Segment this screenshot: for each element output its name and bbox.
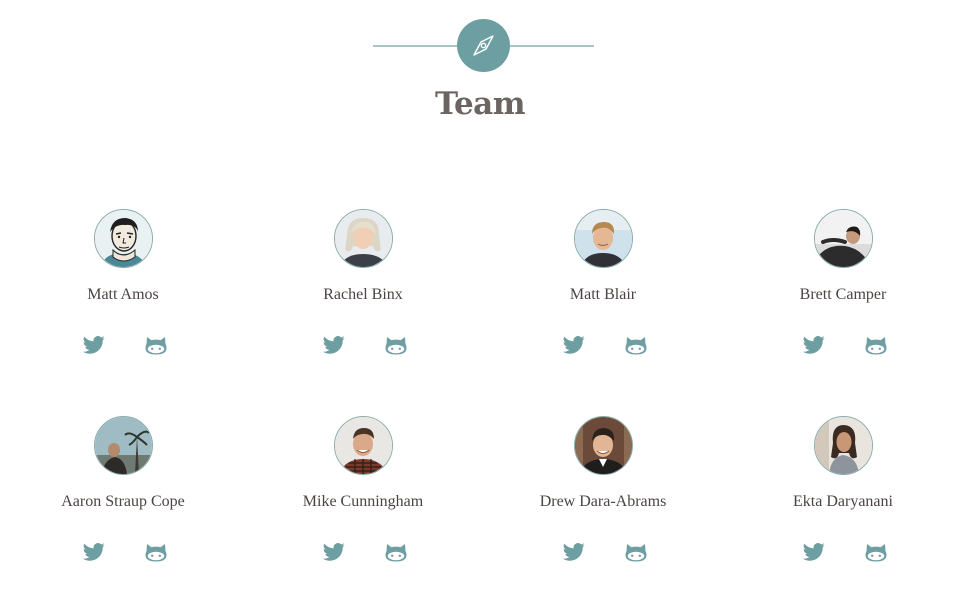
github-icon[interactable]	[145, 335, 167, 355]
team-member-card: Aaron Straup Cope	[3, 416, 243, 586]
twitter-icon[interactable]	[83, 542, 105, 562]
member-name: Aaron Straup Cope	[61, 493, 185, 510]
twitter-icon[interactable]	[323, 542, 345, 562]
avatar	[334, 209, 393, 268]
twitter-icon[interactable]	[803, 335, 825, 355]
github-icon[interactable]	[145, 542, 167, 562]
member-name: Ekta Daryanani	[793, 493, 893, 510]
compass-icon	[457, 19, 510, 72]
avatar	[814, 416, 873, 475]
member-name: Rachel Binx	[323, 286, 403, 303]
header-divider-right	[509, 45, 594, 47]
twitter-icon[interactable]	[803, 542, 825, 562]
avatar	[94, 416, 153, 475]
team-member-card: Matt Blair	[483, 209, 723, 379]
team-member-card: Mike Cunningham	[243, 416, 483, 586]
github-icon[interactable]	[865, 335, 887, 355]
avatar	[94, 209, 153, 268]
github-icon[interactable]	[385, 542, 407, 562]
github-icon[interactable]	[625, 335, 647, 355]
github-icon[interactable]	[865, 542, 887, 562]
twitter-icon[interactable]	[563, 335, 585, 355]
team-member-card: Brett Camper	[723, 209, 960, 379]
avatar	[574, 416, 633, 475]
member-name: Drew Dara-Abrams	[539, 493, 667, 510]
twitter-icon[interactable]	[83, 335, 105, 355]
avatar	[814, 209, 873, 268]
member-name: Matt Amos	[87, 286, 159, 303]
team-member-card: Drew Dara-Abrams	[483, 416, 723, 586]
team-member-card: Ekta Daryanani	[723, 416, 960, 586]
twitter-icon[interactable]	[563, 542, 585, 562]
github-icon[interactable]	[625, 542, 647, 562]
team-member-card: Matt Amos	[3, 209, 243, 379]
member-name: Matt Blair	[569, 286, 637, 303]
twitter-icon[interactable]	[323, 335, 345, 355]
avatar	[574, 209, 633, 268]
section-header: Team	[0, 0, 960, 140]
header-divider-left	[373, 45, 459, 47]
member-name: Mike Cunningham	[302, 493, 424, 510]
member-name: Brett Camper	[799, 286, 887, 303]
team-member-card: Rachel Binx	[243, 209, 483, 379]
page-title: Team	[434, 86, 526, 122]
avatar	[334, 416, 393, 475]
github-icon[interactable]	[385, 335, 407, 355]
